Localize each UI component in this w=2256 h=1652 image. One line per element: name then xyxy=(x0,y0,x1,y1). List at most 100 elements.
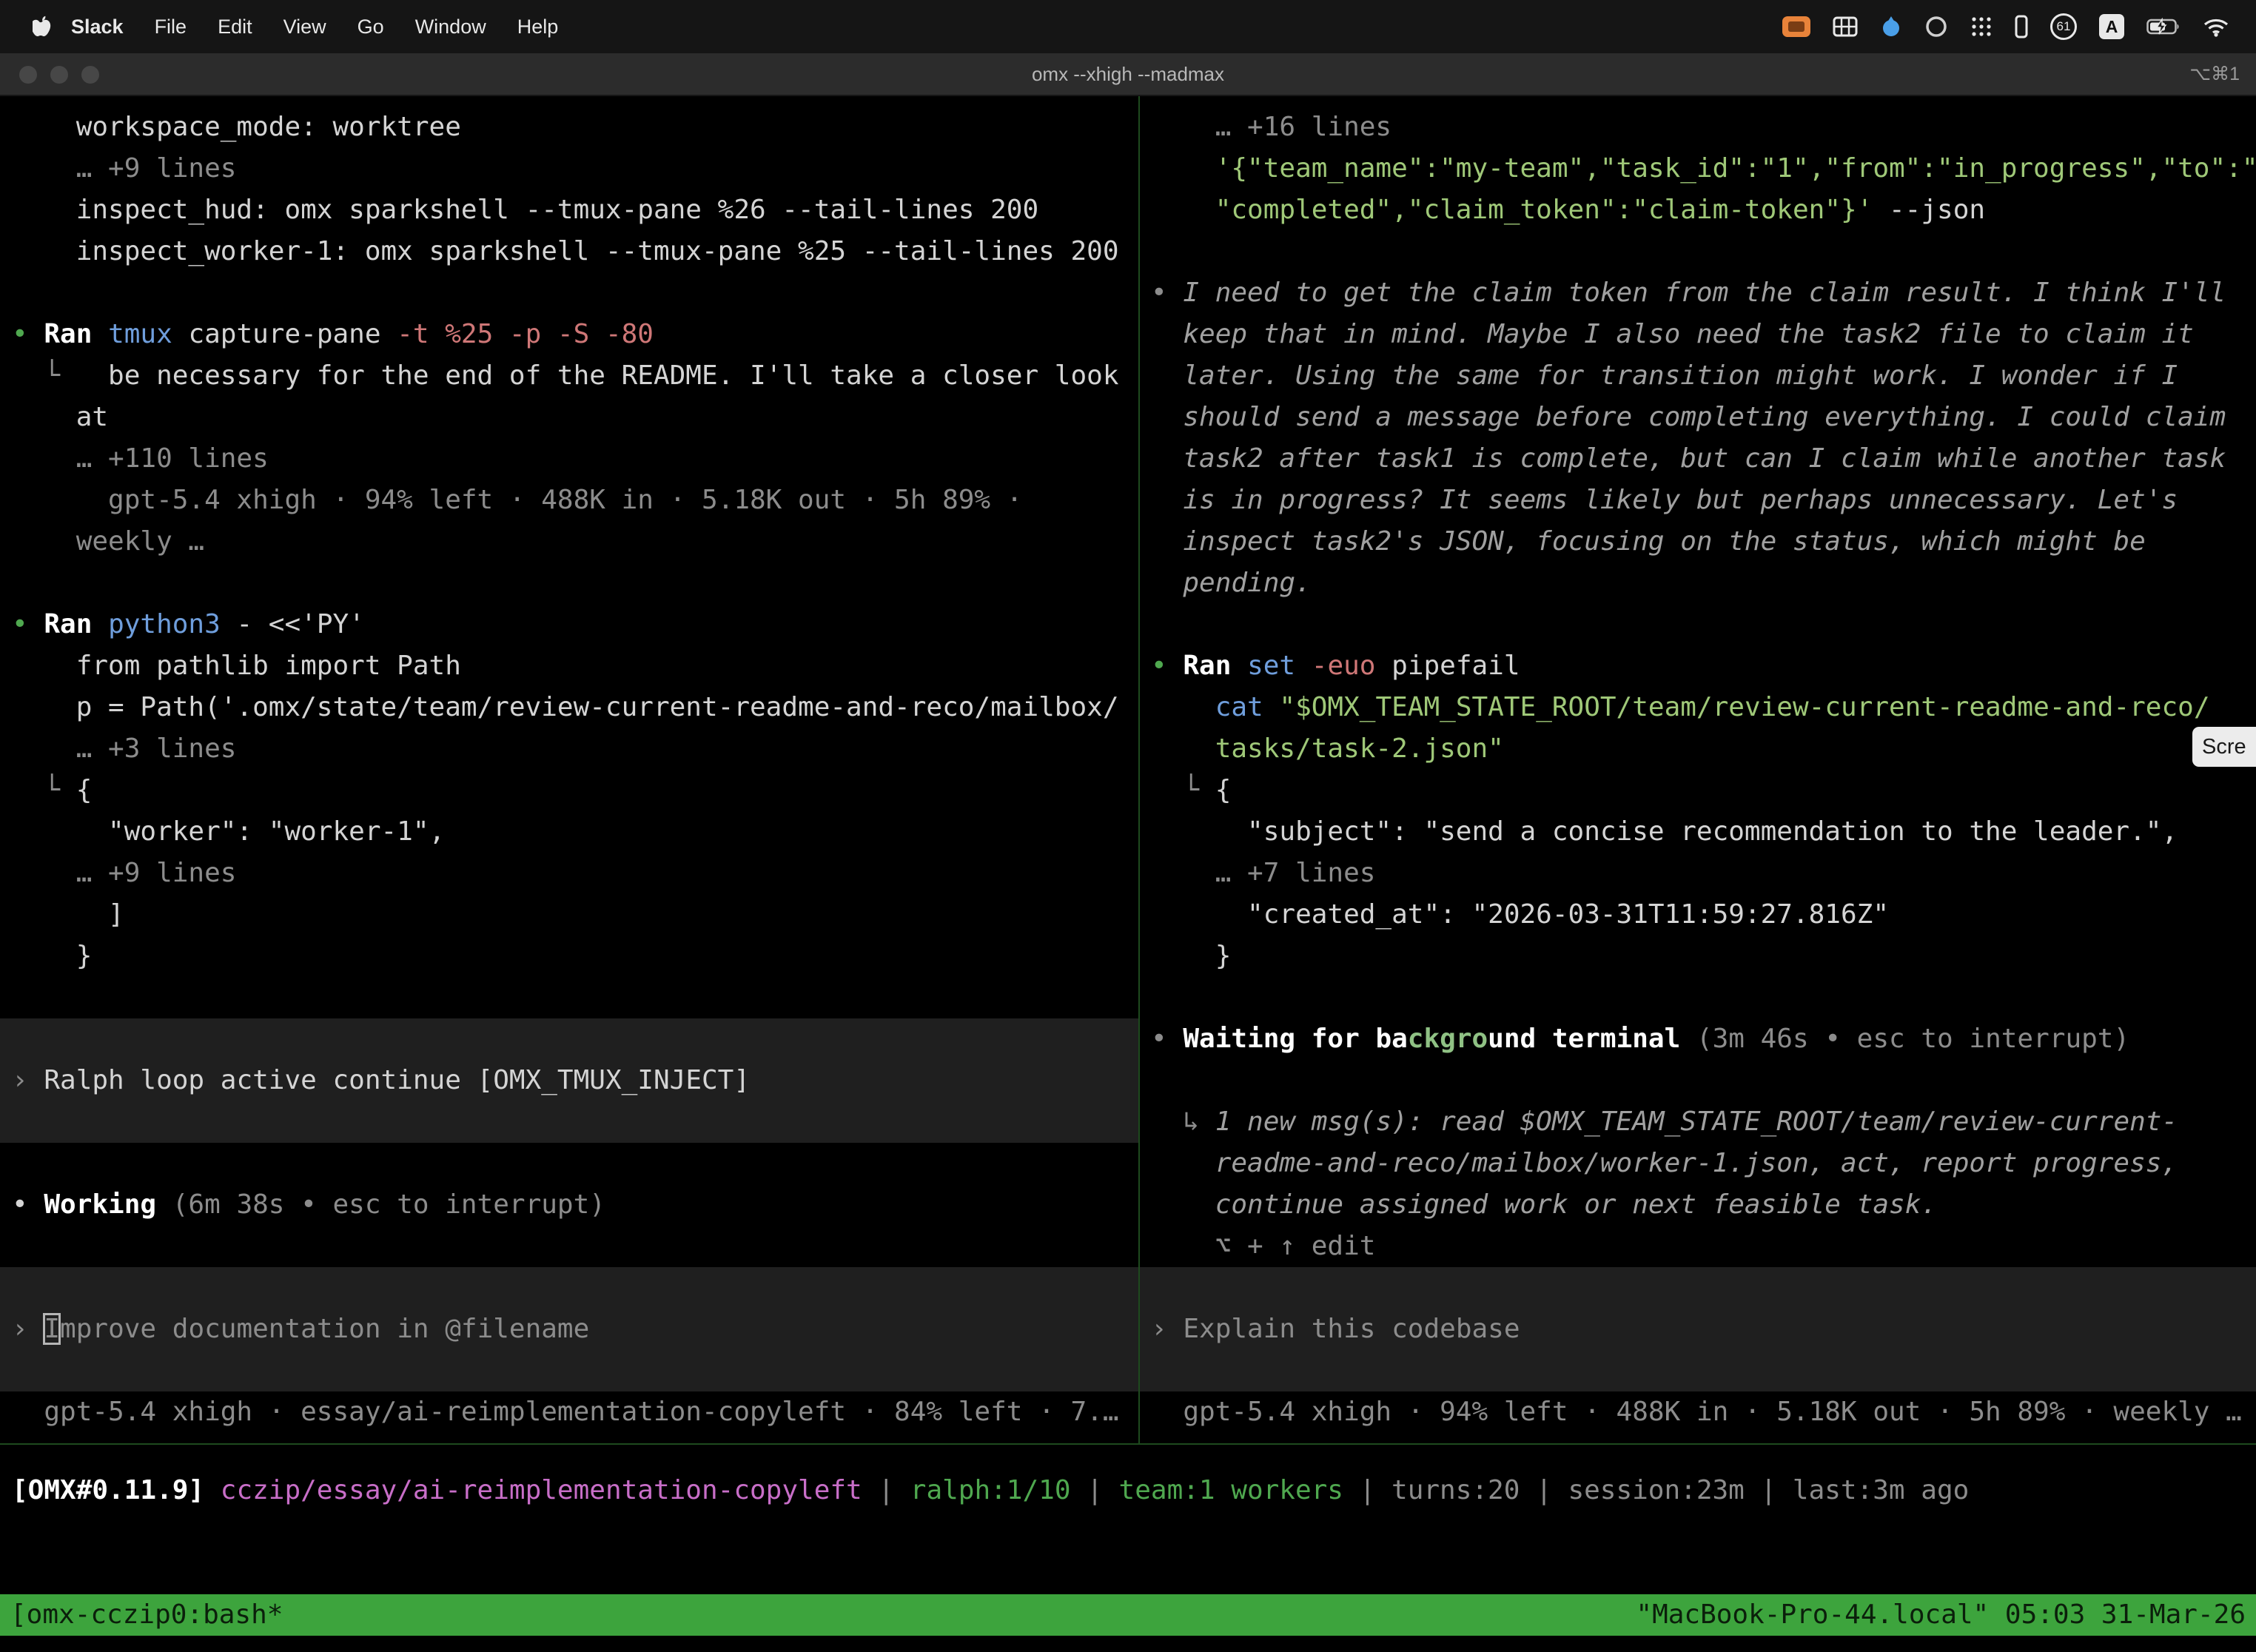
screen: Slack File Edit View Go Window Help 61 A xyxy=(0,0,2256,1652)
right-pane[interactable]: … +16 lines '{"team_name":"my-team","tas… xyxy=(1140,96,2256,1443)
app-icon-blue[interactable] xyxy=(1880,16,1902,38)
terminal-line: later. Using the same for transition mig… xyxy=(1140,355,2256,397)
menu-file[interactable]: File xyxy=(155,16,187,38)
battery-percentage-label: 61 xyxy=(2057,19,2071,34)
screen-recording-icon[interactable] xyxy=(1782,16,1810,37)
terminal-line: tasks/task-2.json" xyxy=(1140,728,2256,770)
terminal-line xyxy=(0,1226,1138,1267)
terminal-line: p = Path('.omx/state/team/review-current… xyxy=(0,687,1138,728)
menu-list: Slack File Edit View Go Window Help xyxy=(71,16,589,38)
dots-grid-icon[interactable] xyxy=(1970,16,1993,38)
terminal-line xyxy=(0,563,1138,604)
terminal: workspace_mode: worktree … +9 lines insp… xyxy=(0,96,2256,1652)
terminal-line: "completed","claim_token":"claim-token"}… xyxy=(1140,189,2256,231)
terminal-line: inspect_worker-1: omx sparkshell --tmux-… xyxy=(0,231,1138,272)
terminal-line xyxy=(0,977,1138,1018)
terminal-line: … +16 lines xyxy=(1140,107,2256,148)
terminal-line: weekly … xyxy=(0,521,1138,563)
terminal-line xyxy=(0,1143,1138,1184)
terminal-line xyxy=(0,272,1138,314)
terminal-line: • Waiting for background terminal (3m 46… xyxy=(1140,1018,2256,1060)
input-source-label: A xyxy=(2106,17,2118,37)
terminal-line: … +3 lines xyxy=(0,728,1138,770)
menu-edit[interactable]: Edit xyxy=(218,16,252,38)
window-title: omx --xhigh --madmax xyxy=(1032,63,1224,86)
window-controls xyxy=(19,53,99,96)
minimize-button[interactable] xyxy=(50,66,68,84)
terminal-line: • Ran set -euo pipefail xyxy=(1140,645,2256,687)
terminal-line: › Explain this codebase xyxy=(1140,1309,2256,1350)
terminal-line: from pathlib import Path xyxy=(0,645,1138,687)
menu-bar: Slack File Edit View Go Window Help 61 A xyxy=(0,0,2256,53)
omx-status-line: [OMX#0.11.9] cczip/essay/ai-reimplementa… xyxy=(0,1470,2256,1511)
terminal-line: is in progress? It seems likely but perh… xyxy=(1140,480,2256,521)
zoom-button[interactable] xyxy=(81,66,99,84)
terminal-line: └ { xyxy=(1140,770,2256,811)
terminal-line: gpt-5.4 xhigh · 94% left · 488K in · 5.1… xyxy=(0,480,1138,521)
terminal-line: } xyxy=(0,936,1138,977)
close-button[interactable] xyxy=(19,66,37,84)
terminal-line: ⌥ + ↑ edit xyxy=(1140,1226,2256,1267)
menu-bar-status-icons: 61 A xyxy=(1782,13,2234,40)
terminal-line: › Ralph loop active continue [OMX_TMUX_I… xyxy=(0,1060,1138,1101)
left-pane[interactable]: workspace_mode: worktree … +9 lines insp… xyxy=(0,96,1138,1443)
terminal-line: workspace_mode: worktree xyxy=(0,107,1138,148)
terminal-line: • Ran python3 - <<'PY' xyxy=(0,604,1138,645)
menu-view[interactable]: View xyxy=(283,16,326,38)
screen-recording-inner xyxy=(1788,21,1805,32)
ralph-loop-banner: › Ralph loop active continue [OMX_TMUX_I… xyxy=(0,1018,1138,1143)
terminal-line: "worker": "worker-1", xyxy=(0,811,1138,853)
iphone-mirroring-icon[interactable] xyxy=(2015,15,2028,38)
screen-share-label: Scre xyxy=(2202,735,2246,759)
terminal-line: task2 after task1 is complete, but can I… xyxy=(1140,438,2256,480)
tmux-host-time: "MacBook-Pro-44.local" 05:03 31-Mar-26 xyxy=(1636,1594,2246,1636)
grid-icon[interactable] xyxy=(1833,16,1858,37)
terminal-line: … +9 lines xyxy=(0,853,1138,894)
terminal-line: keep that in mind. Maybe I also need the… xyxy=(1140,314,2256,355)
terminal-line: • Working (6m 38s • esc to interrupt) xyxy=(0,1184,1138,1226)
terminal-line: continue assigned work or next feasible … xyxy=(1140,1184,2256,1226)
menu-go[interactable]: Go xyxy=(357,16,384,38)
terminal-line: ↳ 1 new msg(s): read $OMX_TEAM_STATE_ROO… xyxy=(1140,1101,2256,1143)
window-shortcut: ⌥⌘1 xyxy=(2189,63,2240,85)
terminal-line xyxy=(1140,231,2256,272)
terminal-line: • Ran tmux capture-pane -t %25 -p -S -80 xyxy=(0,314,1138,355)
menu-help[interactable]: Help xyxy=(517,16,559,38)
menu-window[interactable]: Window xyxy=(415,16,486,38)
terminal-line xyxy=(1140,1060,2256,1101)
terminal-line: pending. xyxy=(1140,563,2256,604)
terminal-line: gpt-5.4 xhigh · 94% left · 488K in · 5.1… xyxy=(1140,1391,2256,1433)
terminal-line: › Improve documentation in @filename xyxy=(0,1309,1138,1350)
battery-percentage-ring[interactable]: 61 xyxy=(2050,13,2077,40)
wifi-icon[interactable] xyxy=(2203,16,2229,37)
apple-menu-icon[interactable] xyxy=(33,16,52,38)
terminal-line xyxy=(1140,977,2256,1018)
terminal-line: └ { xyxy=(0,770,1138,811)
terminal-line: … +9 lines xyxy=(0,148,1138,189)
tmux-session-label: [omx-cczip0:bash* xyxy=(10,1594,283,1636)
terminal-line xyxy=(1140,604,2256,645)
terminal-line: "subject": "send a concise recommendatio… xyxy=(1140,811,2256,853)
menu-slack[interactable]: Slack xyxy=(71,16,124,38)
battery-icon[interactable] xyxy=(2146,18,2181,36)
terminal-line: ] xyxy=(0,894,1138,936)
terminal-line: inspect_hud: omx sparkshell --tmux-pane … xyxy=(0,189,1138,231)
terminal-line: gpt-5.4 xhigh · essay/ai-reimplementatio… xyxy=(0,1391,1138,1433)
terminal-line: … +7 lines xyxy=(1140,853,2256,894)
terminal-line: } xyxy=(1140,936,2256,977)
terminal-line: inspect task2's JSON, focusing on the st… xyxy=(1140,521,2256,563)
prompt-input[interactable]: › Improve documentation in @filename xyxy=(0,1267,1138,1391)
terminal-line: should send a message before completing … xyxy=(1140,397,2256,438)
terminal-line: at xyxy=(0,397,1138,438)
window-title-bar[interactable]: omx --xhigh --madmax ⌥⌘1 xyxy=(0,53,2256,96)
input-source-icon[interactable]: A xyxy=(2099,14,2124,39)
terminal-line: └ be necessary for the end of the README… xyxy=(0,355,1138,397)
prompt-suggestion[interactable]: › Explain this codebase xyxy=(1140,1267,2256,1391)
terminal-line: '{"team_name":"my-team","task_id":"1","f… xyxy=(1140,148,2256,189)
app-icon-ring[interactable] xyxy=(1924,15,1948,38)
terminal-line: … +110 lines xyxy=(0,438,1138,480)
terminal-line: • I need to get the claim token from the… xyxy=(1140,272,2256,314)
terminal-line: cat "$OMX_TEAM_STATE_ROOT/team/review-cu… xyxy=(1140,687,2256,728)
terminal-line: readme-and-reco/mailbox/worker-1.json, a… xyxy=(1140,1143,2256,1184)
screen-share-overlay[interactable]: Scre xyxy=(2192,727,2256,767)
